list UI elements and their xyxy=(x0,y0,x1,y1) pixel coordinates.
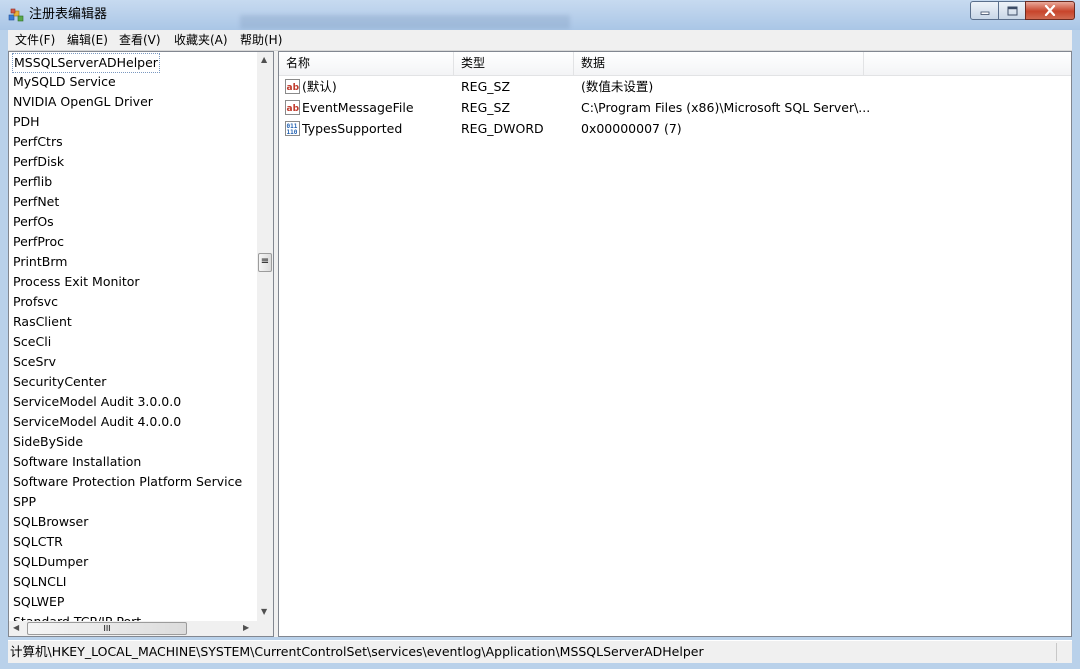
tree-item[interactable]: Perflib xyxy=(12,172,53,192)
value-type: REG_SZ xyxy=(461,100,511,115)
title-bar[interactable]: 注册表编辑器 xyxy=(0,0,1080,30)
tree-item[interactable]: MSSQLServerADHelper xyxy=(12,53,160,73)
tree-item[interactable]: PerfCtrs xyxy=(12,132,64,152)
value-name: (默认) xyxy=(302,79,337,94)
tree-item[interactable]: Software Installation xyxy=(12,452,142,472)
tree-item[interactable]: RasClient xyxy=(12,312,73,332)
key-tree-pane[interactable]: MSSQLServerADHelper MySQLD Service NVIDIA … xyxy=(8,51,274,637)
tree-item[interactable]: PDH xyxy=(12,112,41,132)
tree-item[interactable]: Software Protection Platform Service xyxy=(12,472,243,492)
tree-item[interactable]: Standard TCP/IP Port xyxy=(12,612,142,621)
tree-item[interactable]: SQLCTR xyxy=(12,532,64,552)
tree-item[interactable]: SQLBrowser xyxy=(12,512,89,532)
scroll-down-arrow-icon[interactable]: ▼ xyxy=(261,607,267,617)
tree-item[interactable]: SQLWEP xyxy=(12,592,65,612)
value-data: C:\Program Files (x86)\Microsoft SQL Ser… xyxy=(581,100,871,115)
tree-item[interactable]: SQLDumper xyxy=(12,552,89,572)
svg-text:ab: ab xyxy=(287,104,300,114)
scrollbar-corner xyxy=(257,621,273,636)
menu-bar: 文件(F) 编辑(E) 查看(V) 收藏夹(A) 帮助(H) xyxy=(8,30,1072,51)
column-header-data[interactable]: 数据 xyxy=(574,52,864,75)
status-path: 计算机\HKEY_LOCAL_MACHINE\SYSTEM\CurrentCon… xyxy=(10,644,704,659)
menu-view[interactable]: 查看(V) xyxy=(119,32,161,48)
menu-edit[interactable]: 编辑(E) xyxy=(67,32,108,48)
tree-item[interactable]: Profsvc xyxy=(12,292,59,312)
tree-item[interactable]: ServiceModel Audit 4.0.0.0 xyxy=(12,412,182,432)
tree-item[interactable]: SQLNCLI xyxy=(12,572,67,592)
tree-vscroll-thumb[interactable]: ≡ xyxy=(258,253,272,272)
value-row[interactable]: 011 110 TypesSupported REG_DWORD 0x00000007 … xyxy=(279,118,1071,139)
tree-item[interactable]: MySQLD Service xyxy=(12,72,117,92)
value-type: REG_SZ xyxy=(461,79,511,94)
value-name: EventMessageFile xyxy=(302,100,414,115)
svg-text:110: 110 xyxy=(287,129,298,136)
regedit-app-icon xyxy=(8,8,24,22)
tree-item[interactable]: SceCli xyxy=(12,332,52,352)
tree-hscroll-thumb[interactable]: III xyxy=(27,622,187,635)
tree-item[interactable]: NVIDIA OpenGL Driver xyxy=(12,92,154,112)
status-divider xyxy=(1056,643,1057,661)
value-name: TypesSupported xyxy=(302,121,403,136)
tree-item[interactable]: SceSrv xyxy=(12,352,57,372)
tree-horizontal-scrollbar[interactable]: ◀ III ▶ xyxy=(9,621,257,636)
value-type: REG_DWORD xyxy=(461,121,544,136)
scroll-left-arrow-icon[interactable]: ◀ xyxy=(13,623,19,633)
binary-value-icon: 011 110 xyxy=(285,121,300,136)
column-header-name[interactable]: 名称 xyxy=(279,52,454,75)
value-row[interactable]: ab EventMessageFile REG_SZ C:\Program Files… xyxy=(279,97,1071,118)
value-data: (数值未设置) xyxy=(581,79,654,94)
tree-item[interactable]: PrintBrm xyxy=(12,252,68,272)
tree-item[interactable]: PerfProc xyxy=(12,232,65,252)
tree-item[interactable]: SecurityCenter xyxy=(12,372,107,392)
value-row[interactable]: ab (默认) REG_SZ (数值未设置) xyxy=(279,76,1071,97)
list-header: 名称 类型 数据 xyxy=(279,52,1071,76)
tree-item[interactable]: PerfNet xyxy=(12,192,60,212)
tree-item[interactable]: Process Exit Monitor xyxy=(12,272,141,292)
tree-vertical-scrollbar[interactable]: ▲ ≡ ▼ xyxy=(257,52,273,621)
tree-item[interactable]: SideBySide xyxy=(12,432,84,452)
menu-file[interactable]: 文件(F) xyxy=(15,32,55,48)
menu-favorites[interactable]: 收藏夹(A) xyxy=(174,32,228,48)
string-value-icon: ab xyxy=(285,79,300,94)
tree-item[interactable]: ServiceModel Audit 3.0.0.0 xyxy=(12,392,182,412)
close-button[interactable] xyxy=(1025,1,1075,20)
key-tree[interactable]: MSSQLServerADHelper MySQLD Service NVIDIA … xyxy=(9,52,257,621)
minimize-button[interactable] xyxy=(970,1,999,20)
maximize-icon xyxy=(1007,6,1017,15)
status-bar: 计算机\HKEY_LOCAL_MACHINE\SYSTEM\CurrentCon… xyxy=(8,640,1072,663)
tree-item[interactable]: PerfOs xyxy=(12,212,55,232)
string-value-icon: ab xyxy=(285,100,300,115)
window-title: 注册表编辑器 xyxy=(29,7,108,22)
background-window-ghost xyxy=(240,15,570,29)
tree-item[interactable]: PerfDisk xyxy=(12,152,65,172)
svg-text:ab: ab xyxy=(287,83,300,93)
scroll-right-arrow-icon[interactable]: ▶ xyxy=(243,623,249,633)
close-icon xyxy=(1044,5,1056,16)
minimize-icon xyxy=(980,11,989,15)
values-list-pane[interactable]: 名称 类型 数据 ab (默认) REG_SZ (数值未设置) ab EventMessa… xyxy=(278,51,1072,637)
tree-item[interactable]: SPP xyxy=(12,492,37,512)
column-header-type[interactable]: 类型 xyxy=(454,52,574,75)
scroll-up-arrow-icon[interactable]: ▲ xyxy=(261,55,267,65)
value-data: 0x00000007 (7) xyxy=(581,121,682,136)
menu-help[interactable]: 帮助(H) xyxy=(240,32,282,48)
maximize-button[interactable] xyxy=(998,1,1026,20)
